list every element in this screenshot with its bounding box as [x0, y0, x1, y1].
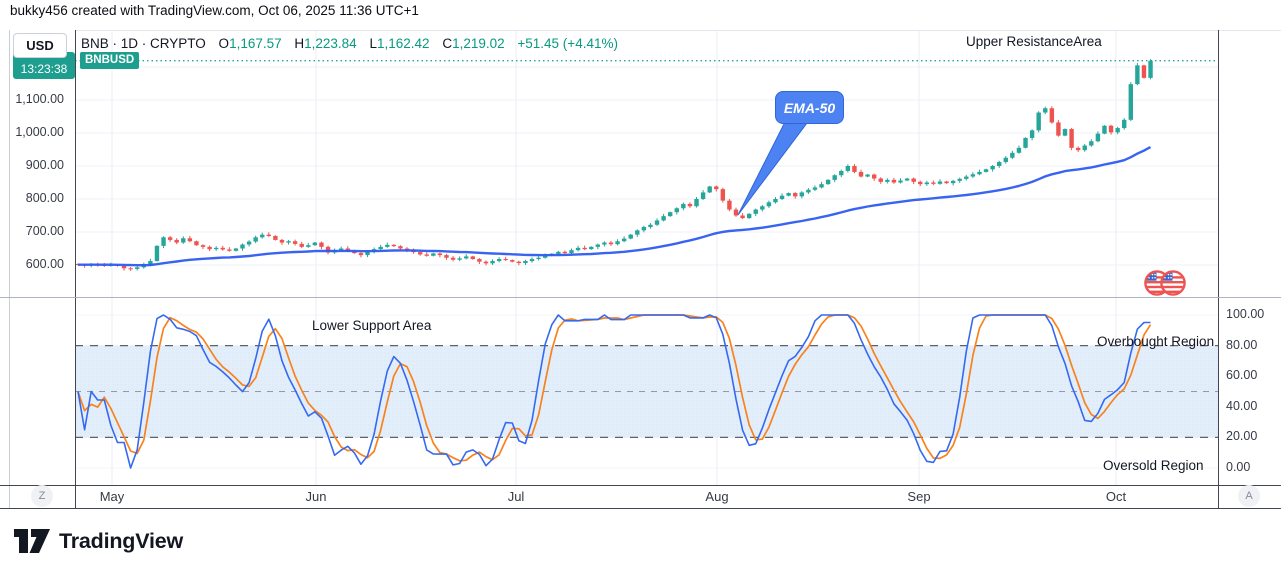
ohlc-low: L1,162.42 [369, 36, 429, 51]
change-value: +51.45 (+4.41%) [517, 36, 618, 51]
upper-resistance-annotation[interactable]: Upper ResistanceArea [966, 34, 1102, 49]
symbol-title[interactable]: BNB · 1D · CRYPTO [81, 36, 206, 51]
tradingview-logo-mark [14, 526, 50, 556]
auto-scale-button[interactable]: A [1238, 485, 1260, 507]
price-line-symbol-badge: BNBUSD [80, 52, 139, 69]
symbol-header[interactable]: BNB · 1D · CRYPTO O1,167.57 H1,223.84 L1… [81, 36, 618, 51]
ohlc-close: C1,219.02 [442, 36, 504, 51]
tradingview-chart-widget: bukky456 created with TradingView.com, O… [0, 0, 1281, 571]
overbought-region-annotation[interactable]: Overbought Region [1097, 334, 1214, 349]
tradingview-logo[interactable]: TradingView [14, 526, 183, 556]
currency-toggle-button[interactable]: USD [13, 33, 67, 58]
tradingview-logo-text: TradingView [59, 529, 183, 554]
ohlc-high: H1,223.84 [294, 36, 356, 51]
chart-canvas[interactable] [0, 0, 1281, 571]
us-flags-icon[interactable] [1142, 268, 1190, 298]
timezone-button[interactable]: Z [31, 485, 53, 507]
oversold-region-annotation[interactable]: Oversold Region [1103, 458, 1204, 473]
lower-support-annotation[interactable]: Lower Support Area [312, 318, 431, 333]
ema-50-callout[interactable]: EMA-50 [775, 91, 844, 124]
ohlc-open: O1,167.57 [219, 36, 282, 51]
